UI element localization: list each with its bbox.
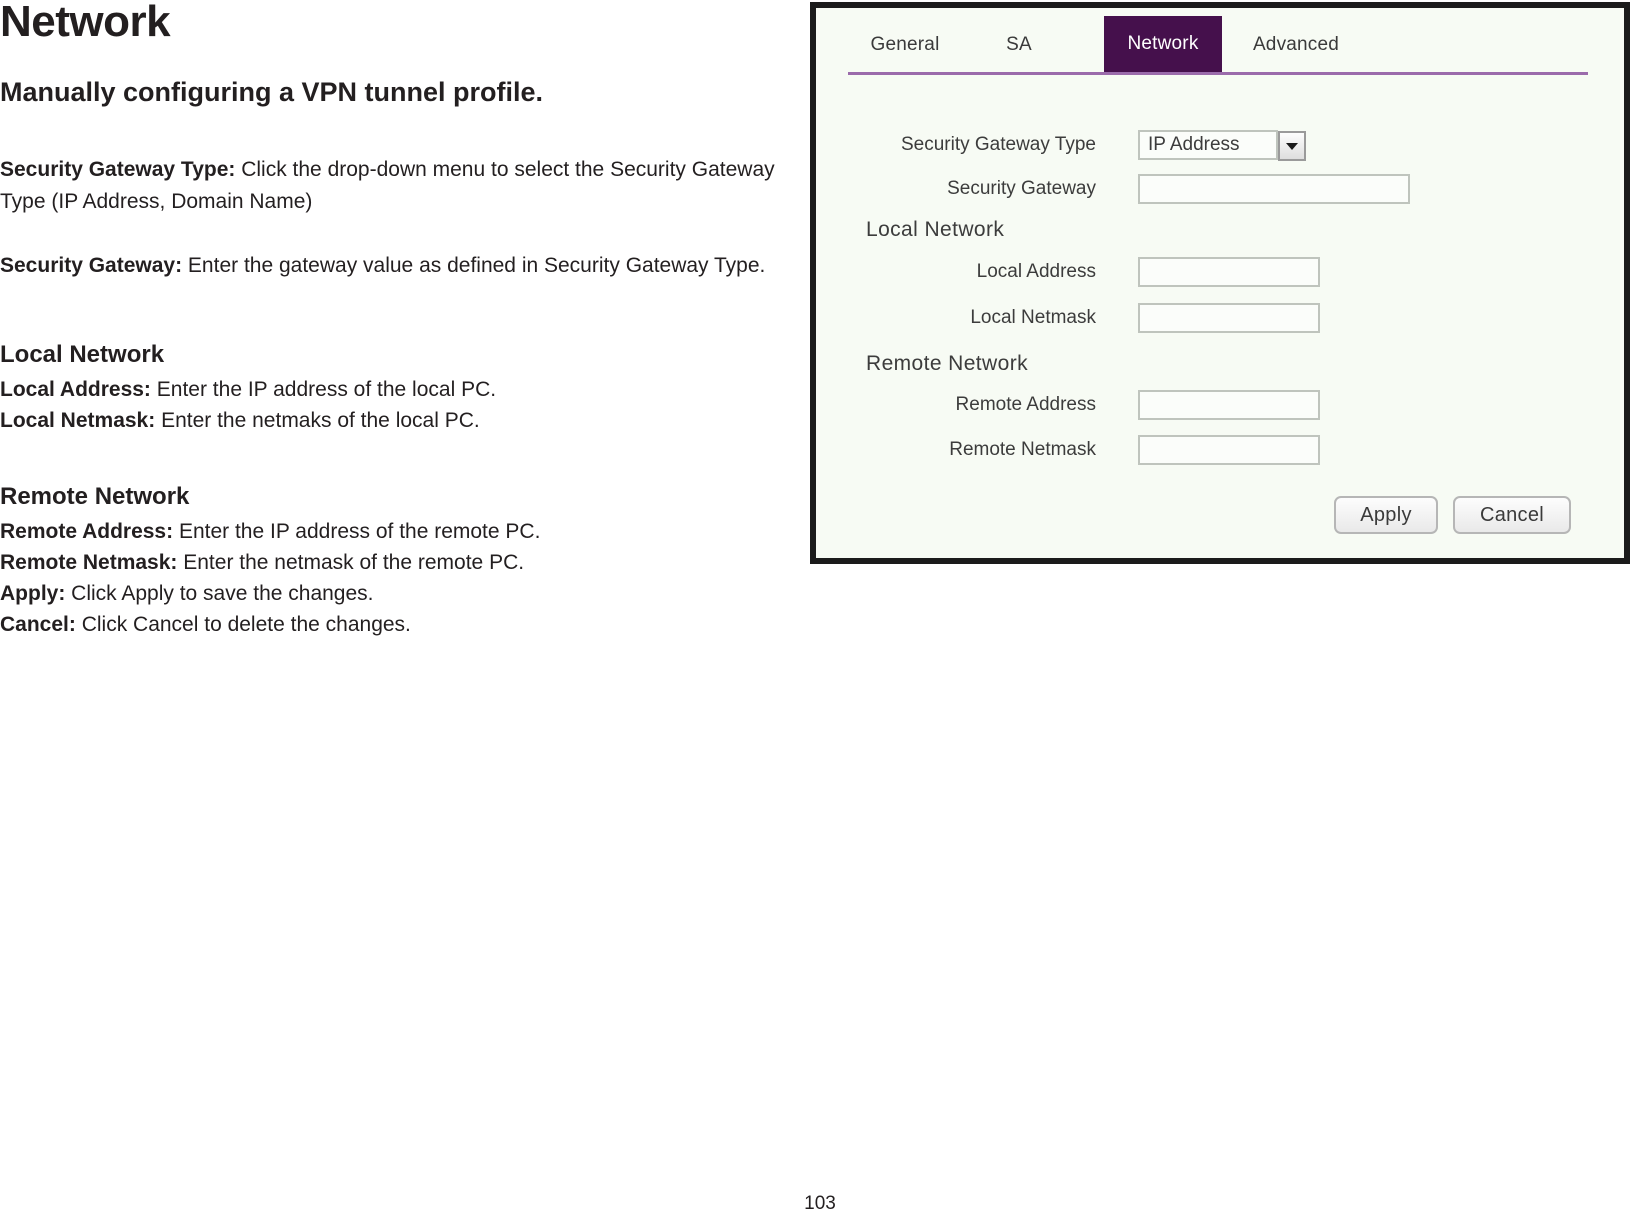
label-security-gateway: Security Gateway	[947, 178, 1096, 199]
page-number: 103	[804, 1193, 836, 1214]
term-remote-netmask: Remote Netmask:	[0, 551, 178, 575]
term-local-address: Local Address:	[0, 378, 151, 402]
input-remote-address[interactable]	[1138, 390, 1320, 420]
paragraph-security-gateway-type: Security Gateway Type: Click the drop-do…	[0, 154, 790, 218]
apply-button[interactable]: Apply	[1334, 496, 1438, 534]
term-cancel: Cancel:	[0, 613, 76, 637]
desc-local-netmask: Enter the netmaks of the local PC.	[155, 409, 480, 433]
chevron-down-icon[interactable]	[1278, 131, 1306, 161]
label-local-address: Local Address	[976, 261, 1096, 282]
input-local-netmask[interactable]	[1138, 303, 1320, 333]
tab-advanced[interactable]: Advanced	[1226, 20, 1366, 70]
section-heading-local-network: Local Network	[0, 341, 165, 369]
tab-sa[interactable]: SA	[976, 20, 1062, 70]
screenshot-panel: General SA Network Advanced Security Gat…	[810, 2, 1630, 564]
desc-remote-netmask: Enter the netmask of the remote PC.	[177, 551, 525, 575]
paragraph-security-gateway: Security Gateway: Enter the gateway valu…	[0, 250, 790, 282]
tab-network[interactable]: Network	[1104, 16, 1222, 72]
tab-underline-divider	[848, 72, 1588, 75]
tab-general[interactable]: General	[840, 20, 970, 70]
desc-apply: Click Apply to save the changes.	[65, 582, 374, 606]
select-security-gateway-type-value: IP Address	[1148, 134, 1240, 155]
term-security-gateway-type: Security Gateway Type:	[0, 157, 236, 181]
page-subtitle: Manually configuring a VPN tunnel profil…	[0, 77, 544, 107]
line-remote-netmask: Remote Netmask: Enter the netmask of the…	[0, 547, 790, 578]
page-title: Network	[0, 0, 171, 46]
group-heading-remote-network: Remote Network	[866, 352, 1028, 375]
label-remote-netmask: Remote Netmask	[949, 439, 1096, 460]
line-apply: Apply: Click Apply to save the changes.	[0, 578, 790, 609]
term-apply: Apply:	[0, 582, 66, 606]
desc-local-address: Enter the IP address of the local PC.	[150, 378, 497, 402]
group-heading-local-network: Local Network	[866, 218, 1005, 241]
tab-bar: General SA Network Advanced	[826, 14, 1614, 75]
desc-security-gateway: Enter the gateway value as defined in Se…	[182, 253, 766, 277]
input-remote-netmask[interactable]	[1138, 435, 1320, 465]
line-cancel: Cancel: Click Cancel to delete the chang…	[0, 609, 790, 640]
screenshot-content: General SA Network Advanced Security Gat…	[816, 8, 1624, 558]
line-local-netmask: Local Netmask: Enter the netmaks of the …	[0, 405, 790, 436]
section-heading-remote-network: Remote Network	[0, 483, 190, 511]
term-remote-address: Remote Address:	[0, 520, 174, 544]
term-local-netmask: Local Netmask:	[0, 409, 156, 433]
line-remote-address: Remote Address: Enter the IP address of …	[0, 516, 790, 547]
select-security-gateway-type[interactable]: IP Address	[1138, 130, 1306, 161]
desc-cancel: Click Cancel to delete the changes.	[75, 613, 411, 637]
desc-remote-address: Enter the IP address of the remote PC.	[173, 520, 541, 544]
term-security-gateway: Security Gateway:	[0, 253, 183, 277]
input-local-address[interactable]	[1138, 257, 1320, 287]
document-text-column: Network Manually configuring a VPN tunne…	[0, 0, 790, 641]
input-security-gateway[interactable]	[1138, 174, 1410, 204]
label-remote-address: Remote Address	[955, 394, 1096, 415]
label-security-gateway-type: Security Gateway Type	[900, 134, 1096, 155]
cancel-button[interactable]: Cancel	[1453, 496, 1571, 534]
label-local-netmask: Local Netmask	[970, 307, 1096, 328]
line-local-address: Local Address: Enter the IP address of t…	[0, 374, 790, 405]
